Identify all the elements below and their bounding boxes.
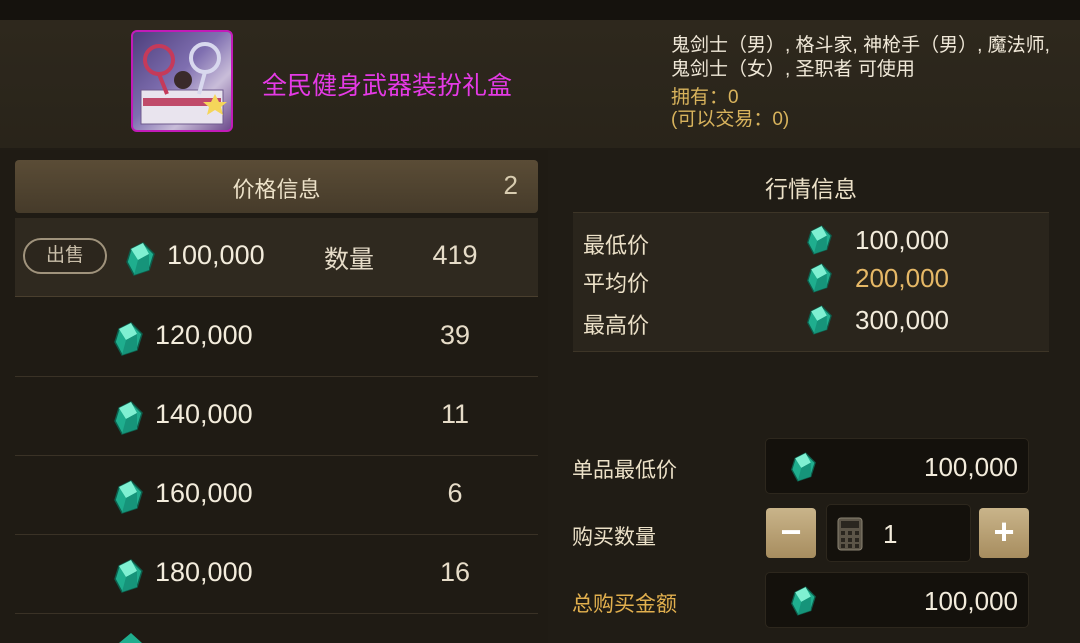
unit-min-price-field: 100,000 — [765, 438, 1029, 494]
gift-box-icon — [131, 30, 233, 132]
min-price-label: 最低价 — [583, 233, 650, 258]
gem-icon — [791, 586, 816, 616]
page-number: 2 — [503, 170, 518, 200]
unit-min-price-value: 100,000 — [924, 452, 1018, 482]
increase-quantity-button[interactable]: + — [979, 508, 1029, 558]
min-price-value: 100,000 — [855, 225, 949, 255]
purchase-quantity-label: 购买数量 — [572, 526, 656, 549]
quantity-input[interactable]: 1 — [826, 504, 971, 562]
unit-min-price-label: 单品最低价 — [572, 459, 677, 482]
listing-row[interactable]: 160,000 6 — [15, 456, 538, 535]
minus-icon: − — [780, 511, 802, 552]
listing-count: 16 — [439, 557, 471, 587]
gem-icon — [807, 263, 832, 293]
listing-count: 39 — [439, 320, 471, 350]
sell-button[interactable]: 出售 — [23, 238, 107, 274]
total-amount-value: 100,000 — [924, 586, 1018, 616]
listing-price: 100,000 — [167, 240, 265, 270]
quantity-label: 数量 — [324, 246, 375, 274]
item-name: 全民健身武器装扮礼盒 — [262, 72, 513, 100]
gem-icon — [807, 305, 832, 335]
listing-count: 6 — [447, 478, 463, 508]
max-price-label: 最高价 — [583, 313, 650, 338]
max-price-value: 300,000 — [855, 305, 949, 335]
calculator-icon[interactable] — [837, 517, 863, 551]
listing-row[interactable]: 180,000 16 — [15, 535, 538, 614]
gem-icon — [807, 225, 832, 255]
price-info-title: 价格信息 — [232, 177, 321, 202]
listing-row[interactable]: 120,000 39 — [15, 298, 538, 377]
tradable-count: (可以交易：0) — [671, 109, 790, 130]
gem-icon — [119, 633, 142, 643]
gem-icon — [126, 242, 155, 276]
top-bar — [0, 0, 1080, 22]
gem-icon — [114, 401, 143, 435]
listing-price: 160,000 — [155, 478, 253, 508]
avg-price-value: 200,000 — [855, 263, 949, 293]
plus-icon: + — [993, 511, 1015, 552]
gem-icon — [791, 452, 816, 482]
listing-row[interactable]: 140,000 11 — [15, 377, 538, 456]
listing-price: 180,000 — [155, 557, 253, 587]
gem-icon — [114, 480, 143, 514]
price-list-header: 价格信息 2 — [15, 160, 538, 213]
gem-icon — [114, 322, 143, 356]
listing-count: 11 — [440, 399, 470, 429]
avg-price-label: 平均价 — [583, 271, 650, 296]
total-amount-label: 总购买金额 — [572, 593, 677, 616]
total-amount-field: 100,000 — [765, 572, 1029, 628]
gem-icon — [114, 559, 143, 593]
listing-price: 140,000 — [155, 399, 253, 429]
listing-count: 419 — [432, 240, 478, 270]
listing-price: 120,000 — [155, 320, 253, 350]
decrease-quantity-button[interactable]: − — [766, 508, 816, 558]
listing-row[interactable]: 出售 100,000 数量 419 — [15, 218, 538, 297]
quantity-value: 1 — [883, 519, 898, 549]
market-info-title: 行情信息 — [765, 176, 857, 202]
usable-classes: 鬼剑士（男）, 格斗家, 神枪手（男）, 魔法师, 鬼剑士（女）, 圣职者 可使… — [671, 35, 1050, 80]
